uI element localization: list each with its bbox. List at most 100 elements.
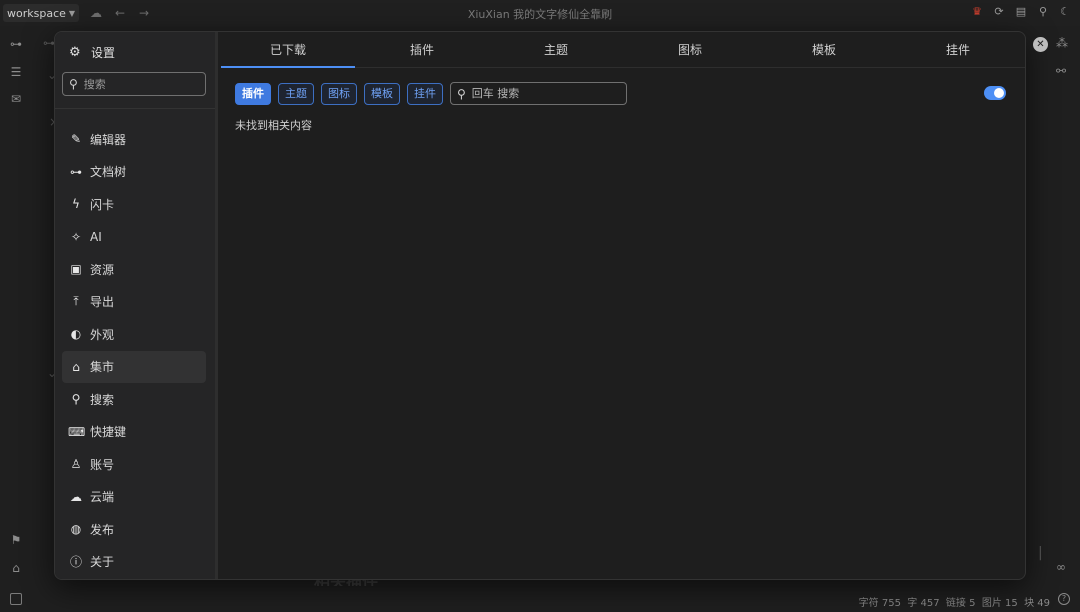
sidebar-divider xyxy=(55,108,215,109)
crown-icon[interactable]: ♛ xyxy=(970,4,984,20)
close-icon[interactable]: ✕ xyxy=(1033,37,1048,52)
search-icon: ⚲ xyxy=(71,392,81,407)
filter-chip-0[interactable]: 插件 xyxy=(235,82,271,105)
sidebar-item-appearance[interactable]: ◐ 外观 xyxy=(62,318,206,351)
account-icon: ♙ xyxy=(70,457,82,472)
block-count: 块 49 xyxy=(1024,598,1050,609)
export-icon: ⤒ xyxy=(73,294,79,309)
sidebar-item-label: 集市 xyxy=(90,360,115,375)
tab-4[interactable]: 模板 xyxy=(757,32,891,68)
filter-chip-2[interactable]: 图标 xyxy=(321,82,357,105)
ai-icon: ✧ xyxy=(70,229,82,244)
bazaar-filters: 插件 主题 图标 模板 挂件 ⚲ xyxy=(235,82,627,105)
filter-chip-1[interactable]: 主题 xyxy=(278,82,314,105)
outline-icon[interactable]: ☰ xyxy=(8,64,24,80)
ghost-link-icon[interactable]: ∞ xyxy=(1056,560,1066,574)
tag-icon[interactable]: ⌂ xyxy=(8,560,24,576)
sidebar-item-label: 搜索 xyxy=(90,392,115,407)
assets-icon: ▣ xyxy=(70,262,82,277)
filter-chip-4[interactable]: 挂件 xyxy=(407,82,443,105)
gear-icon: ⚙ xyxy=(69,45,81,60)
sidebar-item-label: 导出 xyxy=(90,295,115,310)
sync-icon[interactable]: ⟳ xyxy=(992,4,1006,20)
word-count: 字 457 xyxy=(907,598,940,609)
appearance-icon: ◐ xyxy=(70,327,82,342)
sidebar-item-export[interactable]: ⤒ 导出 xyxy=(62,286,206,319)
sidebar-item-ai[interactable]: ✧ AI xyxy=(62,221,206,254)
sidebar-item-cloud[interactable]: ☁ 云端 xyxy=(62,481,206,514)
top-bar: workspace ▼ ☁ ← → XiuXian 我的文字修仙全靠刷 ♛ ⟳ … xyxy=(0,0,1080,26)
ghost-scroll-indicator: | xyxy=(1038,545,1043,561)
forward-arrow-icon[interactable]: → xyxy=(137,6,151,20)
topbar-actions: ♛ ⟳ ▤ ⚲ ☾ xyxy=(970,4,1072,20)
image-count: 图片 15 xyxy=(981,598,1018,609)
search-icon: ⚲ xyxy=(69,77,78,91)
help-icon[interactable]: ? xyxy=(1058,593,1070,605)
status-bar: 字符 755 字 457 链接 5 图片 15 块 49 ? xyxy=(0,586,1080,612)
sidebar-item-label: 编辑器 xyxy=(90,132,127,147)
workspace-selector[interactable]: workspace ▼ xyxy=(3,4,80,22)
settings-title-label: 设置 xyxy=(91,46,116,60)
bazaar-tabs: 已下载 插件 主题 图标 模板 挂件 xyxy=(221,32,1025,68)
sidebar-item-bazaar[interactable]: ⌂ 集市 xyxy=(62,350,206,383)
sidebar-item-publish[interactable]: ◍ 发布 xyxy=(62,513,206,546)
sidebar-item-label: AI xyxy=(90,229,102,244)
settings-title: ⚙ 设置 xyxy=(69,44,115,61)
sidebar-item-search[interactable]: ⚲ 搜索 xyxy=(62,383,206,416)
settings-search-input[interactable] xyxy=(83,77,184,91)
bazaar-icon: ⌂ xyxy=(72,359,80,374)
sidebar-item-flashcard[interactable]: ϟ 闪卡 xyxy=(62,188,206,221)
tab-0[interactable]: 已下载 xyxy=(221,32,355,68)
file-tree-icon[interactable]: ⊶ xyxy=(8,36,24,52)
publish-icon: ◍ xyxy=(70,522,82,537)
terminal-icon[interactable]: ▤ xyxy=(1014,4,1028,20)
bazaar-search-icon: ⚲ xyxy=(457,86,466,101)
filter-chip-3[interactable]: 模板 xyxy=(364,82,400,105)
sidebar-item-doctree[interactable]: ⊶ 文档树 xyxy=(62,156,206,189)
about-icon: ⓘ xyxy=(69,555,82,570)
char-count: 字符 755 xyxy=(858,598,901,609)
sidebar-item-label: 账号 xyxy=(90,457,115,472)
inbox-icon[interactable]: ✉ xyxy=(8,91,24,107)
bookmark-icon[interactable]: ⚑ xyxy=(8,532,24,548)
settings-search[interactable]: ⚲ xyxy=(62,72,206,96)
cloud-icon: ☁ xyxy=(70,489,82,504)
chevron-down-icon: ▼ xyxy=(68,8,76,18)
moon-icon[interactable]: ☾ xyxy=(1058,4,1072,20)
settings-nav: ✎ 编辑器 ⊶ 文档树 ϟ 闪卡 ✧ AI ▣ 资源 ⤒ 导出 ◐ 外观 ⌂ 集市 ⚲ 搜索 ⌨ 快捷键 ♙ 账号 ☁ 云端 ◍… xyxy=(62,123,206,578)
empty-message: 未找到相关内容 xyxy=(235,119,312,132)
tab-1[interactable]: 插件 xyxy=(355,32,489,68)
sidebar-item-about[interactable]: ⓘ 关于 xyxy=(62,546,206,579)
settings-sidebar: ⚙ 设置 ⚲ ✎ 编辑器 ⊶ 文档树 ϟ 闪卡 ✧ AI ▣ 资源 ⤒ 导出 ◐ 外观 ⌂ 集市 ⚲ 搜索 ⌨ 快捷键… xyxy=(55,32,218,579)
dock-toggle-icon[interactable] xyxy=(10,593,22,605)
document-title: XiuXian 我的文字修仙全靠刷 xyxy=(467,8,613,21)
link-count: 链接 5 xyxy=(945,598,976,609)
workspace-label: workspace xyxy=(7,6,66,20)
bazaar-search-input[interactable] xyxy=(471,87,612,100)
tab-2[interactable]: 主题 xyxy=(489,32,623,68)
sidebar-item-label: 文档树 xyxy=(90,165,127,180)
bazaar-panel: 已下载插件主题图标模板挂件 插件主题图标模板挂件⚲ 未找到相关内容 xyxy=(221,32,1025,579)
back-arrow-icon[interactable]: ← xyxy=(113,6,127,20)
app-window: workspace ▼ ☁ ← → XiuXian 我的文字修仙全靠刷 ♛ ⟳ … xyxy=(0,0,1080,612)
ghost-graph-icon[interactable]: ⁂ xyxy=(1056,36,1068,50)
sidebar-item-label: 发布 xyxy=(90,522,115,537)
tab-5[interactable]: 挂件 xyxy=(891,32,1025,68)
sidebar-item-keymap[interactable]: ⌨ 快捷键 xyxy=(62,416,206,449)
ghost-relation-icon[interactable]: ⚯ xyxy=(1056,64,1066,78)
sidebar-item-assets[interactable]: ▣ 资源 xyxy=(62,253,206,286)
topbar-search-icon[interactable]: ⚲ xyxy=(1036,4,1050,20)
bazaar-search[interactable]: ⚲ xyxy=(450,82,627,105)
document-stats: 字符 755 字 457 链接 5 图片 15 块 49 xyxy=(859,594,1050,609)
sidebar-item-label: 外观 xyxy=(90,327,115,342)
sidebar-item-editor[interactable]: ✎ 编辑器 xyxy=(62,123,206,156)
sidebar-item-label: 闪卡 xyxy=(90,197,115,212)
left-dock: ⊶ ☰ ✉ ⚑ ⌂ xyxy=(0,26,32,586)
enable-toggle[interactable] xyxy=(984,86,1006,100)
cloud-sync-icon[interactable]: ☁ xyxy=(89,6,103,20)
sidebar-item-label: 云端 xyxy=(90,490,115,505)
settings-dialog: ⚙ 设置 ⚲ ✎ 编辑器 ⊶ 文档树 ϟ 闪卡 ✧ AI ▣ 资源 ⤒ 导出 ◐ 外观 ⌂ 集市 ⚲ 搜索 ⌨ 快捷键… xyxy=(54,31,1026,580)
tab-3[interactable]: 图标 xyxy=(623,32,757,68)
keymap-icon: ⌨ xyxy=(68,424,86,439)
sidebar-item-account[interactable]: ♙ 账号 xyxy=(62,448,206,481)
